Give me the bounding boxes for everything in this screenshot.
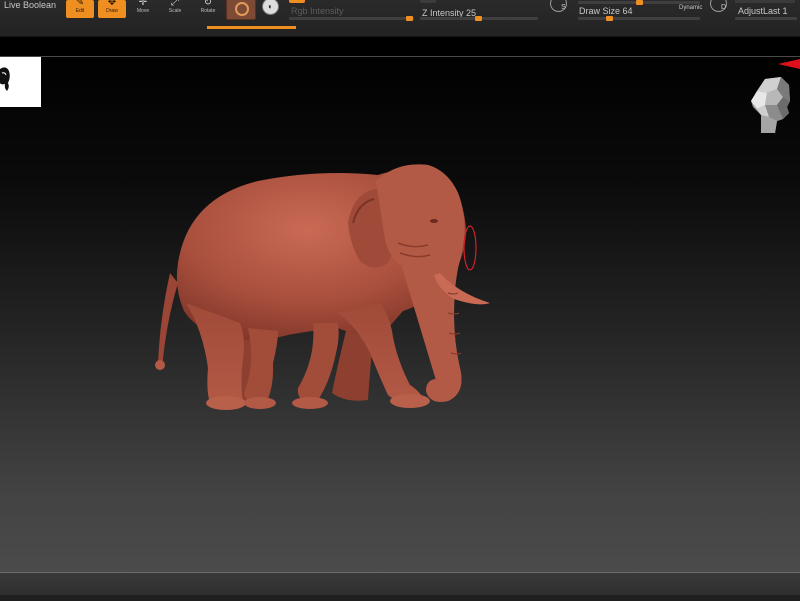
scale-label: Scale [168, 8, 182, 14]
bottom-shelf-track [0, 595, 800, 601]
rotate-button[interactable]: ↻ Rotate [194, 0, 222, 18]
adjust-last-top-bar [735, 0, 795, 3]
scale-icon: ⤢ [171, 0, 179, 8]
rotate-label: Rotate [200, 8, 216, 14]
edit-button[interactable]: ✎ Edit [66, 0, 94, 18]
head-gizmo-icon[interactable] [747, 71, 797, 135]
draw-label: Draw [106, 8, 118, 14]
move-arrows-icon: ✛ [138, 0, 148, 8]
document-canvas[interactable] [0, 57, 800, 572]
zadd-toggle-button[interactable] [420, 0, 436, 3]
focal-shift-knob[interactable] [636, 0, 643, 5]
top-toolbar: Live Boolean ✎ Edit ✥ Draw ✛ Move ⤢ Scal… [0, 0, 800, 37]
draw-button[interactable]: ✥ Draw [98, 0, 126, 18]
texture-sphere-icon[interactable]: ◐ [262, 0, 279, 15]
bottom-shelf [0, 572, 800, 601]
adjust-last-slider[interactable] [735, 17, 797, 20]
draw-size-knob[interactable] [606, 16, 613, 21]
draw-brush-icon: ✥ [107, 0, 117, 8]
rgb-intensity-label: Rgb Intensity [291, 6, 344, 16]
symmetry-d-icon[interactable]: D [710, 0, 727, 12]
draw-size-value: 64 [622, 6, 633, 16]
scale-button[interactable]: ⤢ Scale [161, 0, 189, 18]
z-intensity-knob[interactable] [475, 16, 482, 21]
dynamic-toggle[interactable]: Dynamic [679, 5, 702, 11]
model-thumbnail[interactable] [0, 57, 41, 107]
rgb-intensity-knob[interactable] [406, 16, 413, 21]
move-button[interactable]: ✛ Move [129, 0, 157, 18]
red-marker-icon [778, 59, 800, 69]
edit-label: Edit [75, 8, 85, 14]
active-tool-indicator [207, 26, 296, 29]
draw-size-label: Draw Size 64 [579, 6, 633, 16]
rgb-toggle-button[interactable] [289, 0, 305, 3]
rgb-intensity-slider[interactable] [289, 17, 414, 20]
rotate-icon: ↻ [203, 0, 213, 8]
move-label: Move [136, 8, 150, 14]
material-sphere-icon[interactable] [226, 0, 256, 20]
live-boolean-button[interactable]: Live Boolean [4, 0, 56, 10]
adjust-last-label[interactable]: AdjustLast 1 [738, 6, 788, 16]
adjust-last-value: 1 [782, 6, 788, 16]
draw-size-slider[interactable] [578, 17, 700, 20]
symmetry-s-icon[interactable]: S [550, 0, 567, 12]
elephant-thumbnail-icon [0, 67, 10, 91]
elephant-sculpt[interactable] [148, 153, 498, 413]
edit-pencil-icon: ✎ [75, 0, 85, 8]
